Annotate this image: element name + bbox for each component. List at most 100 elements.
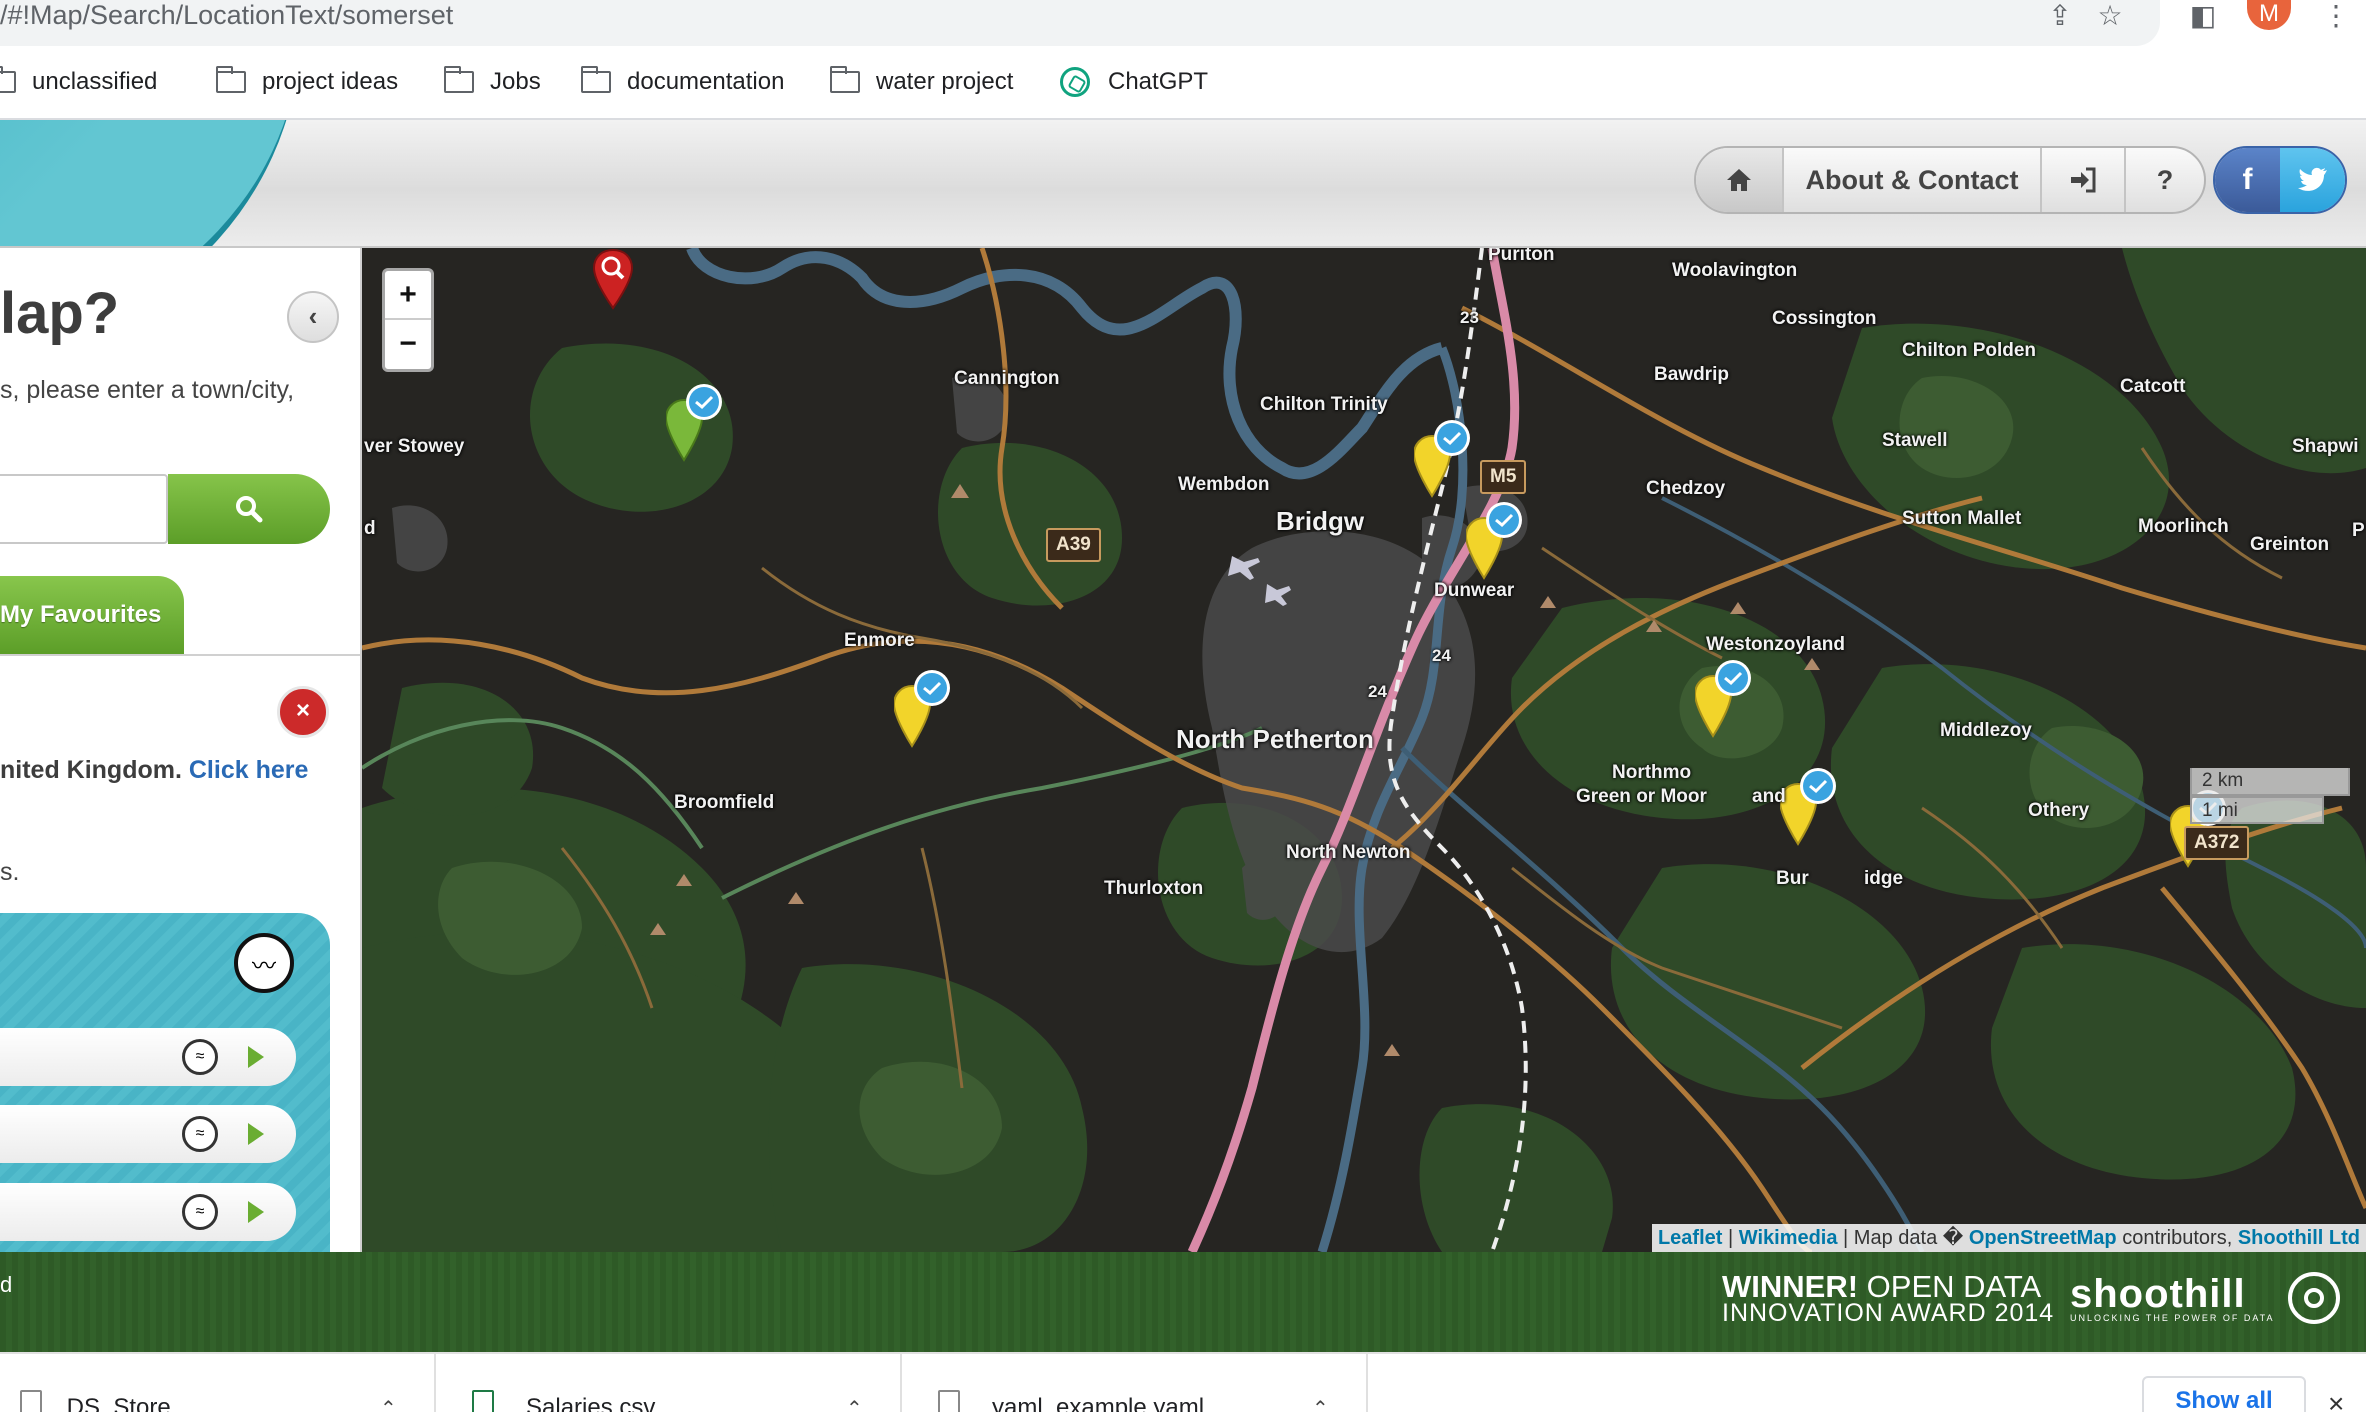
- download-item[interactable]: .DS_Store ⌃: [0, 1354, 436, 1412]
- bookmark-project-ideas[interactable]: project ideas: [215, 46, 398, 118]
- my-favourites-tab[interactable]: My Favourites: [0, 576, 184, 654]
- place-label: Broomfield: [674, 792, 775, 813]
- green-tweet-marker[interactable]: [666, 382, 726, 462]
- bookmark-unclassified[interactable]: unclassified: [0, 46, 157, 118]
- zoom-out-button[interactable]: −: [385, 320, 431, 369]
- place-label: Moorlinch: [2138, 516, 2229, 537]
- yellow-tweet-marker[interactable]: [894, 668, 954, 748]
- share-icon[interactable]: ⇪: [2042, 0, 2078, 31]
- road-label: A372: [2184, 826, 2250, 860]
- profile-avatar[interactable]: M: [2247, 0, 2291, 30]
- yellow-tweet-marker[interactable]: [1466, 500, 1526, 580]
- sidebar-title: lap?: [0, 281, 120, 346]
- play-arrow-icon[interactable]: [248, 1046, 264, 1068]
- scale-mi: 1 mi: [2190, 796, 2324, 824]
- junction-label: 23: [1460, 308, 1479, 327]
- warning-row[interactable]: ≈: [0, 1028, 296, 1086]
- folder-icon: [0, 66, 16, 93]
- yellow-tweet-marker[interactable]: [1414, 418, 1474, 498]
- wikimedia-link[interactable]: Wikimedia: [1739, 1227, 1838, 1249]
- brand-swoosh: [0, 120, 300, 246]
- attribution-contributors: contributors,: [2116, 1227, 2238, 1249]
- place-label: Enmore: [844, 630, 915, 651]
- play-arrow-icon[interactable]: [248, 1123, 264, 1145]
- home-button[interactable]: [1696, 148, 1784, 212]
- openstreetmap-link[interactable]: OpenStreetMap: [1969, 1227, 2117, 1249]
- bookmark-water-project[interactable]: water project: [829, 46, 1013, 118]
- sidebar-divider: [0, 654, 360, 656]
- show-all-button[interactable]: Show all: [2142, 1376, 2306, 1412]
- play-arrow-icon[interactable]: [248, 1201, 264, 1223]
- chevron-up-icon[interactable]: ⌃: [846, 1396, 863, 1412]
- search-icon: [236, 496, 263, 523]
- bookmark-label: documentation: [627, 68, 785, 95]
- bookmark-chatgpt[interactable]: ChatGPT: [1060, 46, 1208, 118]
- flood-wave-icon: ≈: [182, 1039, 218, 1075]
- address-bar[interactable]: /#!Map/Search/LocationText/somerset: [0, 0, 2160, 46]
- place-label: idge: [1864, 868, 1904, 889]
- attribution-mapdata: | Map data �: [1837, 1227, 1969, 1249]
- zoom-in-button[interactable]: +: [385, 271, 431, 320]
- notice-tail: s.: [0, 858, 20, 886]
- place-label: Chilton Polden: [1902, 340, 2037, 361]
- shoothill-logo[interactable]: shoothill UNLOCKING THE POWER OF DATA: [2070, 1272, 2340, 1332]
- place-label: Shapwi: [2292, 436, 2359, 457]
- about-contact-button[interactable]: About & Contact: [1784, 148, 2042, 212]
- place-label: P: [2352, 520, 2365, 541]
- bookmark-star-icon[interactable]: ☆: [2092, 0, 2128, 31]
- place-label: Middlezoy: [1940, 720, 2032, 741]
- browser-window: /#!Map/Search/LocationText/somerset ⇪ ☆ …: [0, 0, 2366, 1412]
- home-icon: [1727, 169, 1751, 191]
- shoothill-link[interactable]: Shoothill Ltd: [2238, 1227, 2360, 1249]
- close-shelf-button[interactable]: ×: [2328, 1388, 2344, 1412]
- flood-warnings-panel: 〰 ≈ ≈ ≈: [0, 913, 330, 1252]
- chevron-up-icon[interactable]: ⌃: [1312, 1396, 1329, 1412]
- place-label: Sutton Mallet: [1902, 508, 2022, 529]
- footer-left-text: d: [0, 1272, 13, 1297]
- download-item[interactable]: Salaries.csv ⌃: [436, 1354, 902, 1412]
- bookmark-documentation[interactable]: documentation: [580, 46, 785, 118]
- place-label: Puriton: [1488, 248, 1555, 265]
- place-label: Bawdrip: [1654, 364, 1729, 385]
- search-location-pin[interactable]: [592, 248, 662, 310]
- facebook-button[interactable]: f: [2215, 148, 2280, 212]
- help-button[interactable]: ?: [2126, 148, 2204, 212]
- main-nav: About & Contact ?: [1694, 146, 2206, 214]
- twitter-button[interactable]: [2280, 148, 2345, 212]
- chatgpt-icon: [1060, 67, 1090, 97]
- road-label: A39: [1046, 528, 1101, 562]
- map-attribution: Leaflet | Wikimedia | Map data � OpenStr…: [1651, 1224, 2366, 1252]
- yellow-tweet-marker[interactable]: [1780, 766, 1840, 846]
- click-here-link[interactable]: Click here: [189, 756, 309, 784]
- collapse-sidebar-button[interactable]: ‹: [287, 291, 339, 343]
- yellow-tweet-marker[interactable]: [1695, 658, 1755, 738]
- flood-wave-icon: ≈: [182, 1194, 218, 1230]
- warning-row[interactable]: ≈: [0, 1105, 296, 1163]
- flood-map[interactable]: + − Puriton Woolavington Cossington Chil…: [362, 248, 2366, 1252]
- place-label: Dunwear: [1434, 580, 1515, 601]
- river-parrett: [686, 248, 1444, 480]
- warning-row[interactable]: ≈: [0, 1183, 296, 1241]
- award-subline: INNOVATION AWARD 2014: [1722, 1299, 2055, 1327]
- close-notice-button[interactable]: ×: [277, 686, 329, 738]
- download-filename: Salaries.csv: [526, 1394, 656, 1412]
- location-search-input[interactable]: [0, 474, 168, 544]
- flood-wave-icon: ≈: [182, 1116, 218, 1152]
- folder-icon: [215, 66, 246, 93]
- chevron-up-icon[interactable]: ⌃: [380, 1396, 397, 1412]
- place-label: Chedzoy: [1646, 478, 1726, 499]
- scale-km: 2 km: [2190, 768, 2350, 796]
- leaflet-link[interactable]: Leaflet: [1658, 1227, 1722, 1249]
- login-button[interactable]: [2042, 148, 2126, 212]
- download-item[interactable]: yaml_example.yaml ⌃: [902, 1354, 1368, 1412]
- side-panel-icon[interactable]: ◧: [2185, 0, 2221, 31]
- search-button[interactable]: [168, 474, 330, 544]
- folder-icon: [443, 66, 474, 93]
- junction-label: 24: [1432, 646, 1451, 665]
- place-label: Bur: [1776, 868, 1809, 889]
- url-text[interactable]: /#!Map/Search/LocationText/somerset: [0, 0, 453, 30]
- browser-menu-icon[interactable]: ⋮: [2318, 0, 2354, 31]
- spreadsheet-icon: [472, 1390, 494, 1412]
- place-label: ver Stowey: [364, 436, 465, 457]
- bookmark-jobs[interactable]: Jobs: [443, 46, 541, 118]
